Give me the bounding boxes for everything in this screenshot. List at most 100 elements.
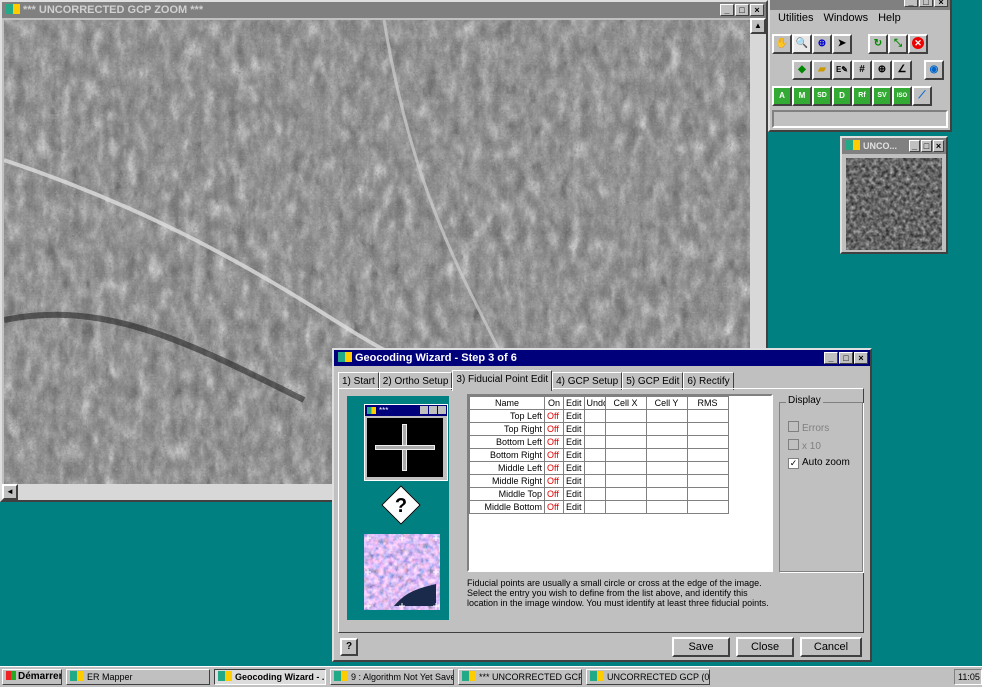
globe-icon[interactable]: ◉ [924,60,944,80]
menu-windows[interactable]: Windows [823,12,868,24]
row-cellx[interactable] [604,461,647,475]
row-cellx[interactable] [604,435,647,449]
zoom-box-icon[interactable]: ⊕ [812,34,832,54]
overview-close-button[interactable]: × [933,140,944,152]
task-geocoding-wizard[interactable]: Geocoding Wizard - ... [214,669,326,685]
row-edit-button[interactable]: Edit [563,487,585,501]
row-edit-button[interactable]: Edit [563,435,585,449]
row-on-toggle[interactable]: Off [544,487,564,501]
row-celly[interactable] [645,422,688,436]
scroll-up-button[interactable]: ▲ [750,18,766,34]
row-cellx[interactable] [604,500,647,514]
row-undo[interactable] [583,474,606,488]
help-button[interactable]: ? [340,638,358,656]
main-minimize-button[interactable]: _ [904,0,918,7]
row-name[interactable]: Bottom Right [469,448,545,462]
row-on-toggle[interactable]: Off [544,422,564,436]
row-on-toggle[interactable]: Off [544,461,564,475]
row-celly[interactable] [645,500,688,514]
row-name[interactable]: Top Left [469,409,545,423]
start-button[interactable]: Démarrer [2,669,62,685]
edit-icon[interactable]: E✎ [832,60,852,80]
hand-icon[interactable]: ✋ [772,34,792,54]
zoom-window-titlebar[interactable]: *** UNCORRECTED GCP ZOOM *** _ □ × [2,2,766,18]
row-edit-button[interactable]: Edit [563,500,585,514]
row-edit-button[interactable]: Edit [563,448,585,462]
open-icon[interactable]: ▰ [812,60,832,80]
row-name[interactable]: Bottom Left [469,435,545,449]
row-celly[interactable] [645,487,688,501]
save-button[interactable]: Save [672,637,730,657]
close-button[interactable]: × [750,4,764,16]
overview-minimize-button[interactable]: _ [909,140,920,152]
rf-icon[interactable]: Rf [852,86,872,106]
row-undo[interactable] [583,487,606,501]
task-gcp-zoom[interactable]: *** UNCORRECTED GCP ... [458,669,582,685]
layers-icon[interactable]: ◆ [792,60,812,80]
crosshair-icon[interactable]: ⊕ [872,60,892,80]
refresh-icon[interactable]: ↻ [868,34,888,54]
overview-maximize-button[interactable]: □ [921,140,932,152]
table-row[interactable]: Middle Top Off Edit [469,487,729,501]
task-uncorrected-gcp[interactable]: UNCORRECTED GCP (0... [586,669,710,685]
stop-icon[interactable]: ✕ [908,34,928,54]
menu-help[interactable]: Help [878,12,901,24]
task-er-mapper[interactable]: ER Mapper [66,669,210,685]
row-name[interactable]: Top Right [469,422,545,436]
sv-icon[interactable]: SV [872,86,892,106]
row-cellx[interactable] [604,409,647,423]
grid-icon[interactable]: # [852,60,872,80]
row-undo[interactable] [583,448,606,462]
row-on-toggle[interactable]: Off [544,500,564,514]
scroll-left-button[interactable]: ◄ [2,484,18,500]
table-row[interactable]: Middle Bottom Off Edit [469,500,729,514]
row-celly[interactable] [645,409,688,423]
overview-window[interactable]: UNCO... _ □ × [840,136,948,254]
pointer-icon[interactable]: ➤ [832,34,852,54]
row-undo[interactable] [583,461,606,475]
profile-icon[interactable]: ⟋ [912,86,932,106]
auto-zoom-checkbox-row[interactable]: ✓ Auto zoom [788,457,850,469]
x10-checkbox-row[interactable]: x 10 [788,439,821,452]
table-row[interactable]: Top Right Off Edit [469,422,729,436]
row-undo[interactable] [583,435,606,449]
chart-icon[interactable]: ∠ [892,60,912,80]
resize-icon[interactable]: ⤡ [888,34,908,54]
task-algorithm[interactable]: 9 : Algorithm Not Yet Saved [330,669,454,685]
row-undo[interactable] [583,500,606,514]
row-celly[interactable] [645,448,688,462]
row-on-toggle[interactable]: Off [544,474,564,488]
mosaic-icon[interactable]: M [792,86,812,106]
row-edit-button[interactable]: Edit [563,409,585,423]
table-row[interactable]: Bottom Left Off Edit [469,435,729,449]
table-row[interactable]: Top Left Off Edit [469,409,729,423]
row-name[interactable]: Middle Bottom [469,500,545,514]
iso-icon[interactable]: ISO [892,86,912,106]
tab-fiducial-point-edit[interactable]: 3) Fiducial Point Edit [452,370,553,391]
geocoding-wizard[interactable]: Geocoding Wizard - Step 3 of 6 _ □ × 1) … [332,348,872,662]
maximize-button[interactable]: □ [735,4,749,16]
main-close-button[interactable]: × [934,0,948,7]
main-maximize-button[interactable]: □ [919,0,933,7]
main-toolbar-window[interactable]: _ □ × Utilities Windows Help ✋ 🔍 ⊕ ➤ ↻ ⤡… [768,0,952,132]
wizard-close-button[interactable]: × [854,352,868,364]
row-cellx[interactable] [604,487,647,501]
table-row[interactable]: Bottom Right Off Edit [469,448,729,462]
row-undo[interactable] [583,409,606,423]
auto-zoom-checkbox[interactable]: ✓ [788,458,799,469]
row-edit-button[interactable]: Edit [563,461,585,475]
row-celly[interactable] [645,474,688,488]
wizard-maximize-button[interactable]: □ [839,352,853,364]
row-name[interactable]: Middle Left [469,461,545,475]
row-on-toggle[interactable]: Off [544,435,564,449]
x10-checkbox[interactable] [788,439,799,450]
zoom-icon[interactable]: 🔍 [792,34,812,54]
row-name[interactable]: Middle Right [469,474,545,488]
table-row[interactable]: Middle Left Off Edit [469,461,729,475]
row-cellx[interactable] [604,422,647,436]
sd-icon[interactable]: SD [812,86,832,106]
overview-image[interactable] [846,158,942,250]
row-edit-button[interactable]: Edit [563,422,585,436]
row-on-toggle[interactable]: Off [544,448,564,462]
row-cellx[interactable] [604,448,647,462]
